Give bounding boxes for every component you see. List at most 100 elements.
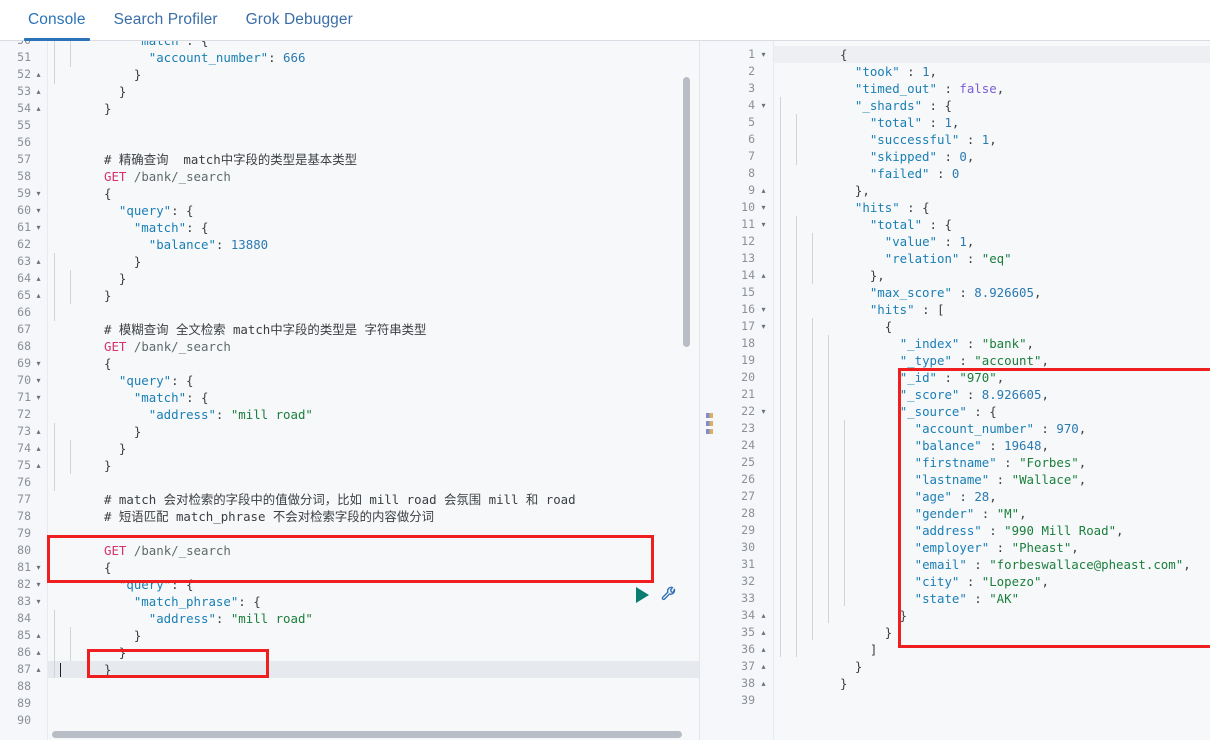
fold-toggle-icon[interactable]: ▴ [34,457,43,474]
code-line: "max_score" : 8.926605, [869,285,1042,300]
fold-toggle-icon[interactable]: ▴ [34,644,43,661]
code-line: } [104,662,112,677]
editor-code-area[interactable]: "match": { "account_number": 666 } }} # 精… [48,41,700,740]
tab-search-profiler[interactable]: Search Profiler [100,11,232,40]
code-line: GET /bank/_search [104,169,231,184]
splitter-grip-icon[interactable] [706,413,713,434]
indent-guide [54,41,55,84]
indent-guide [828,335,829,623]
line-number: 3 [748,81,755,95]
code-line: } [104,441,127,456]
request-editor-pane[interactable]: "match": { "account_number": 666 } }} # 精… [0,41,700,740]
wrench-icon[interactable] [660,586,677,603]
code-line: "firstname" : "Forbes", [914,455,1087,470]
line-number: 67 [17,322,31,336]
code-line: "timed_out" : false, [854,81,1005,96]
pane-splitter[interactable] [703,41,717,740]
line-number: 24 [741,438,755,452]
line-number: 79 [17,526,31,540]
fold-toggle-icon[interactable]: ▴ [34,440,43,457]
fold-toggle-icon[interactable]: ▴ [759,658,768,675]
code-line: "_source" : { [899,404,997,419]
fold-toggle-icon[interactable]: ▴ [759,267,768,284]
code-line: } [104,288,112,303]
code-line: # 短语匹配 match_phrase 不会对检索字段的内容做分词 [104,509,434,524]
fold-toggle-icon[interactable]: ▾ [759,199,768,216]
code-line: "_index" : "bank", [899,336,1034,351]
editor-horizontal-scrollbar[interactable] [52,731,682,738]
fold-toggle-icon[interactable]: ▾ [34,355,43,372]
request-actions [636,586,677,603]
line-number: 58 [17,169,31,183]
fold-toggle-icon[interactable]: ▴ [34,287,43,304]
fold-toggle-icon[interactable]: ▴ [34,83,43,100]
editor-vertical-scrollbar[interactable] [683,77,690,347]
fold-toggle-icon[interactable]: ▴ [34,423,43,440]
code-line: "skipped" : 0, [869,149,975,164]
code-line: { [840,47,848,62]
line-number: 12 [741,234,755,248]
code-line: "employer" : "Pheast", [914,540,1079,555]
fold-toggle-icon[interactable]: ▾ [34,389,43,406]
fold-toggle-icon[interactable]: ▴ [759,182,768,199]
code-line: "relation" : "eq" [884,251,1012,266]
fold-toggle-icon[interactable]: ▾ [34,576,43,593]
fold-toggle-icon[interactable]: ▾ [34,593,43,610]
fold-toggle-icon[interactable]: ▾ [759,46,768,63]
indent-guide [70,270,71,304]
code-line: } [104,254,142,269]
code-line: "match": { [133,390,209,405]
code-line: "balance" : 19648, [914,438,1049,453]
fold-toggle-icon[interactable]: ▾ [759,318,768,335]
fold-toggle-icon[interactable]: ▴ [34,66,43,83]
code-line: "total" : 1, [869,115,960,130]
fold-toggle-icon[interactable]: ▴ [34,100,43,117]
fold-toggle-icon[interactable]: ▴ [34,253,43,270]
code-line: "account_number": 666 [148,50,306,65]
console-workspace: "match": { "account_number": 666 } }} # 精… [0,41,1210,740]
fold-toggle-icon[interactable]: ▴ [34,661,43,678]
fold-toggle-icon[interactable]: ▴ [759,624,768,641]
line-number: 30 [741,540,755,554]
indent-guide [844,420,845,606]
code-line: GET /bank/_search [104,339,231,354]
fold-toggle-icon[interactable]: ▾ [759,301,768,318]
fold-toggle-icon[interactable]: ▾ [34,219,43,236]
fold-toggle-icon[interactable]: ▾ [759,216,768,233]
tab-console[interactable]: Console [14,11,100,41]
console-tab-bar: Console Search Profiler Grok Debugger [0,0,1210,41]
response-viewer-pane[interactable]: { "took" : 1, "timed_out" : false, "_sha… [718,41,1210,740]
fold-toggle-icon[interactable]: ▾ [759,403,768,420]
fold-toggle-icon[interactable]: ▴ [34,627,43,644]
code-line: { [104,356,112,371]
line-number: 31 [741,557,755,571]
send-request-button[interactable] [636,586,649,603]
fold-toggle-icon[interactable]: ▴ [759,607,768,624]
line-number: 55 [17,118,31,132]
indent-guide [70,440,71,474]
fold-toggle-icon[interactable]: ▴ [34,270,43,287]
fold-toggle-icon[interactable]: ▾ [34,372,43,389]
fold-toggle-icon[interactable]: ▴ [759,675,768,692]
tab-grok-debugger[interactable]: Grok Debugger [232,11,367,40]
editor-right-edge [699,41,700,740]
code-line: "address": "mill road" [148,611,313,626]
code-line: { [840,319,893,334]
line-number: 19 [741,353,755,367]
code-line: "query": { [118,373,194,388]
code-line: } [104,458,112,473]
code-line: "age" : 28, [914,489,997,504]
fold-toggle-icon[interactable]: ▾ [34,559,43,576]
code-line: "gender" : "M", [914,506,1027,521]
fold-toggle-icon[interactable]: ▴ [759,641,768,658]
fold-toggle-icon[interactable]: ▾ [34,185,43,202]
code-line: # 精确查询 match中字段的类型是基本类型 [104,152,357,167]
line-number: 33 [741,591,755,605]
fold-toggle-icon[interactable]: ▾ [759,97,768,114]
line-number: 7 [748,149,755,163]
code-line: # match 会对检索的字段中的值做分词，比如 mill road 会氛围 m… [104,492,576,507]
output-code-area[interactable]: { "took" : 1, "timed_out" : false, "_sha… [774,41,1210,740]
fold-toggle-icon[interactable]: ▾ [34,202,43,219]
indent-guide [796,114,797,165]
indent-guide [54,423,55,491]
